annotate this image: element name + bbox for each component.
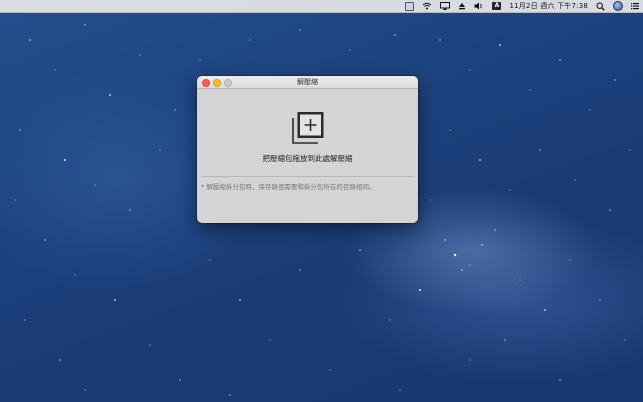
window-title: 解壓縮 <box>297 78 318 86</box>
input-source-icon[interactable] <box>405 0 415 12</box>
drop-instruction: 把壓縮包拖放到此處解壓縮 <box>262 154 353 163</box>
split-archive-note: * 解壓縮拆分包時，保存路徑需要和拆分包所在的目錄相同。 <box>201 183 376 191</box>
text-input-icon[interactable]: A <box>492 0 502 12</box>
menu-bar: A 11月2日 週六 下午7:38 <box>0 0 643 13</box>
minimize-button[interactable] <box>213 79 221 87</box>
drop-zone[interactable]: 把壓縮包拖放到此處解壓縮 <box>197 89 418 176</box>
traffic-lights <box>202 79 232 87</box>
unzip-window: 解壓縮 把壓縮包拖放到此處解壓縮 * 解壓縮拆分包時，保存路徑需要和拆分包所在的… <box>197 76 418 223</box>
airplay-icon[interactable] <box>440 0 451 12</box>
user-avatar-icon[interactable] <box>613 0 623 12</box>
wifi-icon[interactable] <box>422 0 432 12</box>
menu-clock[interactable]: 11月2日 週六 下午7:38 <box>509 0 588 12</box>
close-button[interactable] <box>202 79 210 87</box>
volume-icon[interactable] <box>474 0 484 12</box>
eject-icon[interactable] <box>458 0 466 12</box>
notification-list-icon[interactable] <box>631 0 639 12</box>
zoom-button[interactable] <box>224 79 232 87</box>
spotlight-search-icon[interactable] <box>596 0 605 12</box>
add-file-icon <box>291 112 323 144</box>
window-titlebar[interactable]: 解壓縮 <box>197 76 418 89</box>
desktop: A 11月2日 週六 下午7:38 解壓縮 把壓縮包拖放到此處解壓縮 * 解壓縮… <box>0 0 643 402</box>
text-input-badge: A <box>492 2 502 10</box>
